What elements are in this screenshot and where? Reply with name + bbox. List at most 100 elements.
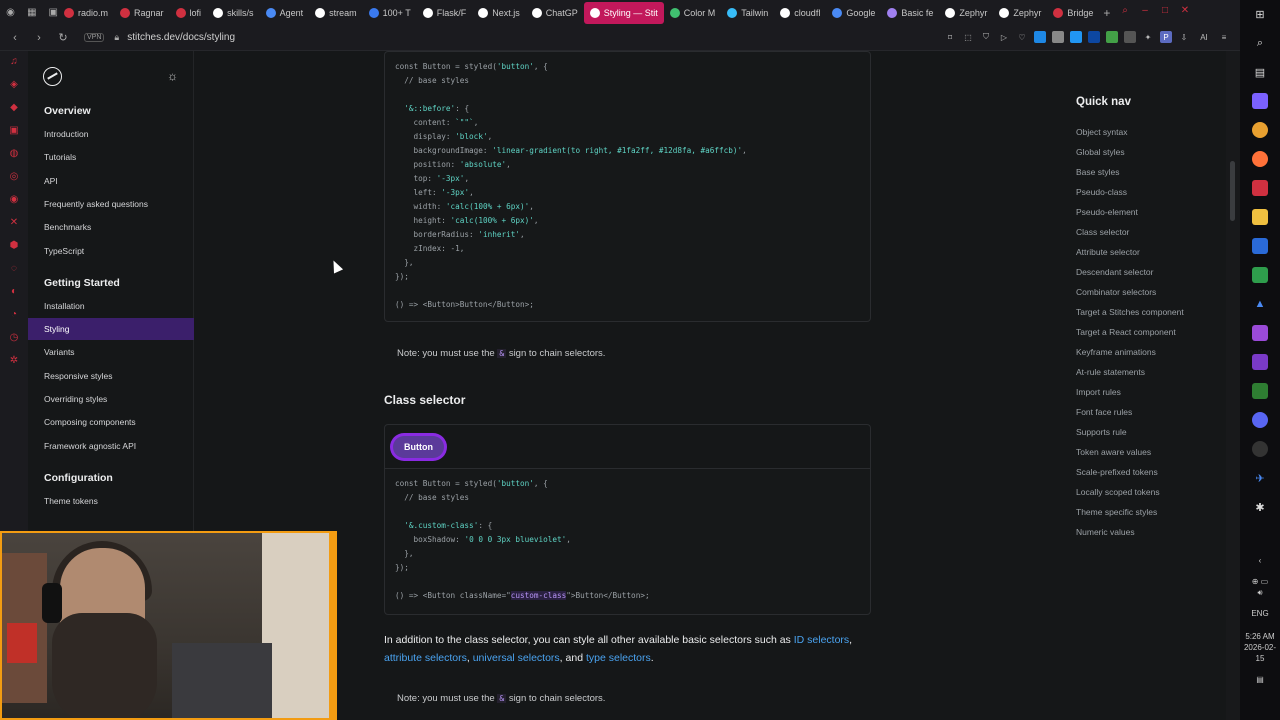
sidebar-item[interactable]: Responsive styles (28, 365, 194, 387)
file-explorer-icon[interactable] (1252, 209, 1268, 225)
vivaldi-icon[interactable] (1252, 180, 1268, 196)
screenshot-icon[interactable]: ⬚ (962, 31, 974, 43)
extension-c-icon[interactable] (1070, 31, 1082, 43)
browser-tab[interactable]: Google (826, 2, 881, 24)
browser-tab[interactable]: Zephyr (939, 2, 993, 24)
browser-tab[interactable]: Basic fe (881, 2, 939, 24)
sidebar-app-8-icon[interactable]: ◌ (8, 262, 20, 274)
quick-nav-item[interactable]: Target a React component (1076, 327, 1176, 337)
browser-tab[interactable]: Color M (664, 2, 722, 24)
clock-date[interactable]: 2026-02-15 (1240, 642, 1280, 664)
browser-tab[interactable]: Zephyr (993, 2, 1047, 24)
sidebar-item[interactable]: Framework agnostic API (28, 435, 194, 457)
search-icon[interactable]: ⌕ (1252, 35, 1268, 51)
lock-icon[interactable]: 🔒︎ (114, 32, 119, 43)
windows-start-icon[interactable]: ⊞ (1252, 6, 1268, 22)
notification-icon[interactable]: ▤ (1256, 674, 1264, 685)
link-universal-selectors[interactable]: universal selectors (473, 652, 560, 664)
quick-nav-item[interactable]: Descendant selector (1076, 267, 1154, 277)
quick-nav-item[interactable]: Object syntax (1076, 127, 1128, 137)
theme-toggle-icon[interactable]: ☼ (167, 69, 178, 83)
browser-tab[interactable]: radio.m (58, 2, 114, 24)
sidebar-item[interactable]: API (28, 170, 194, 192)
browser-tab[interactable]: Agent (260, 2, 310, 24)
obs-icon[interactable] (1252, 441, 1268, 457)
browser-tab[interactable]: Styling — Stit (583, 1, 664, 24)
sidebar-item[interactable]: TypeScript (28, 240, 194, 262)
sidebar-item[interactable]: Composing components (28, 411, 194, 433)
chrome-icon[interactable] (1252, 122, 1268, 138)
browser-tab[interactable]: cloudfl (774, 2, 826, 24)
quick-nav-item[interactable]: Token aware values (1076, 447, 1151, 457)
quick-nav-item[interactable]: Font face rules (1076, 407, 1132, 417)
sidebar-app-4-icon[interactable]: ◍ (8, 147, 20, 159)
sidebar-app-1-icon[interactable]: ◈ (8, 78, 20, 90)
link-id-selectors[interactable]: ID selectors (794, 634, 849, 646)
sidebar-clock-icon[interactable]: ◷ (8, 331, 20, 343)
minimize-icon[interactable]: – (1140, 5, 1150, 16)
sidebar-item[interactable]: Tutorials (28, 146, 194, 168)
browser-tab[interactable]: lofi (170, 2, 208, 24)
sidebar-item[interactable]: Frequently asked questions (28, 193, 194, 215)
quick-nav-item[interactable]: Numeric values (1076, 527, 1135, 537)
sidebar-app-7-icon[interactable]: ⬢ (8, 239, 20, 251)
quick-nav-item[interactable]: At-rule statements (1076, 367, 1145, 377)
link-attribute-selectors[interactable]: attribute selectors (384, 652, 467, 664)
demo-button[interactable]: Button (393, 436, 444, 458)
sidebar-item[interactable]: Styling (28, 318, 194, 341)
tab-list-icon[interactable]: ▣ (49, 7, 58, 19)
bookmark-icon[interactable]: ⌑ (944, 31, 956, 43)
sidebar-x-icon[interactable]: ✕ (8, 216, 20, 228)
profile-icon[interactable]: P (1160, 31, 1172, 43)
close-window-icon[interactable]: ✕ (1180, 5, 1190, 16)
link-type-selectors[interactable]: type selectors (586, 652, 651, 664)
quick-nav-item[interactable]: Base styles (1076, 167, 1119, 177)
forward-icon[interactable]: › (30, 32, 48, 44)
tab-overview-icon[interactable]: ▦ (27, 7, 36, 19)
quick-nav-item[interactable]: Keyframe animations (1076, 347, 1156, 357)
quick-nav-item[interactable]: Locally scoped tokens (1076, 487, 1160, 497)
quick-nav-item[interactable]: Class selector (1076, 227, 1129, 237)
heart-icon[interactable]: ♡ (1016, 31, 1028, 43)
sidebar-app-5-icon[interactable]: ◎ (8, 170, 20, 182)
page-scrollbar[interactable] (1226, 51, 1240, 720)
back-icon[interactable]: ‹ (6, 32, 24, 44)
quick-nav-item[interactable]: Attribute selector (1076, 247, 1140, 257)
browser-tab[interactable]: Next.js (472, 2, 526, 24)
app-d-icon[interactable] (1252, 383, 1268, 399)
maps-icon[interactable] (1252, 238, 1268, 254)
sidebar-item[interactable]: Theme tokens (28, 490, 194, 512)
browser-tab[interactable]: stream (309, 2, 363, 24)
tray-icons[interactable]: ⊕ ▭ 🔊︎ (1252, 576, 1268, 598)
browser-tab[interactable]: Bridge (1047, 2, 1099, 24)
quick-nav-item[interactable]: Supports rule (1076, 427, 1127, 437)
browser-tab[interactable]: ChatGP (526, 2, 584, 24)
extension-f-icon[interactable] (1124, 31, 1136, 43)
quick-nav-item[interactable]: Pseudo-element (1076, 207, 1138, 217)
extension-a-icon[interactable] (1034, 31, 1046, 43)
task-view-icon[interactable]: ▤ (1252, 64, 1268, 80)
sidebar-history-icon[interactable]: ◔ (8, 308, 20, 320)
browser-tab[interactable]: 100+ T (363, 2, 417, 24)
sidebar-app-2-icon[interactable]: ◆ (8, 101, 20, 113)
app-b-icon[interactable] (1252, 325, 1268, 341)
quick-nav-item[interactable]: Theme specific styles (1076, 507, 1157, 517)
new-tab-icon[interactable]: + (1103, 6, 1110, 20)
clock-time[interactable]: 5:26 AM (1245, 631, 1274, 642)
sidebar-music-icon[interactable]: ♫ (8, 55, 20, 67)
sidebar-item[interactable]: Introduction (28, 123, 194, 145)
browser-tab[interactable]: skills/s (207, 2, 260, 24)
browser-tab[interactable]: Flask/F (417, 2, 473, 24)
sidebar-app-6-icon[interactable]: ◉ (8, 193, 20, 205)
firefox-icon[interactable] (1252, 151, 1268, 167)
play-icon[interactable]: ▷ (998, 31, 1010, 43)
scroll-thumb[interactable] (1230, 161, 1235, 221)
browser-menu-icon[interactable]: ◉ (6, 7, 15, 19)
sidebar-settings-icon[interactable]: ✲ (8, 354, 20, 366)
copilot-icon[interactable] (1252, 93, 1268, 109)
extension-d-icon[interactable] (1088, 31, 1100, 43)
ai-icon[interactable]: AI (1196, 31, 1212, 43)
extension-e-icon[interactable] (1106, 31, 1118, 43)
quick-nav-item[interactable]: Global styles (1076, 147, 1125, 157)
app-e-icon[interactable]: ✈ (1252, 470, 1268, 486)
